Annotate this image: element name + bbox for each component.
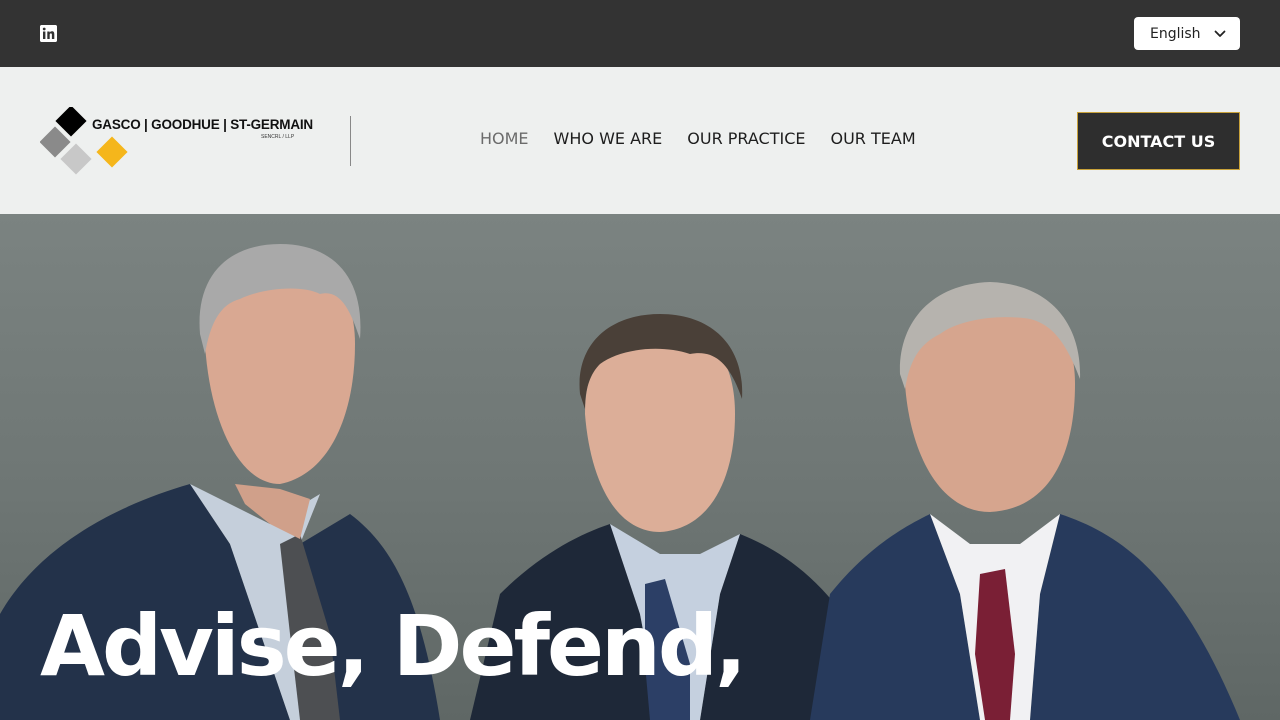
- chevron-down-icon: [1214, 27, 1226, 45]
- hero-title: Advise, Defend,: [40, 597, 747, 695]
- contact-us-button[interactable]: CONTACT US: [1077, 112, 1240, 170]
- linkedin-icon[interactable]: [40, 25, 57, 42]
- nav-our-practice[interactable]: OUR PRACTICE: [687, 129, 805, 148]
- logo-suffix: SENCRL / LLP: [261, 134, 295, 140]
- nav-home[interactable]: HOME: [480, 129, 529, 148]
- nav-who-we-are[interactable]: WHO WE ARE: [554, 129, 663, 148]
- language-select[interactable]: English: [1134, 17, 1240, 50]
- hero-section: Advise, Defend,: [0, 214, 1280, 720]
- nav-our-team[interactable]: OUR TEAM: [831, 129, 916, 148]
- logo-text: GASCO | GOODHUE | ST-GERMAIN: [92, 117, 313, 132]
- language-selected: English: [1150, 25, 1201, 42]
- logo[interactable]: GASCO | GOODHUE | ST-GERMAIN SENCRL / LL…: [40, 107, 313, 177]
- main-nav: HOME WHO WE ARE OUR PRACTICE OUR TEAM: [480, 129, 916, 148]
- site-header: GASCO | GOODHUE | ST-GERMAIN SENCRL / LL…: [0, 67, 1280, 214]
- top-bar: English: [0, 0, 1280, 67]
- header-divider: [350, 116, 351, 166]
